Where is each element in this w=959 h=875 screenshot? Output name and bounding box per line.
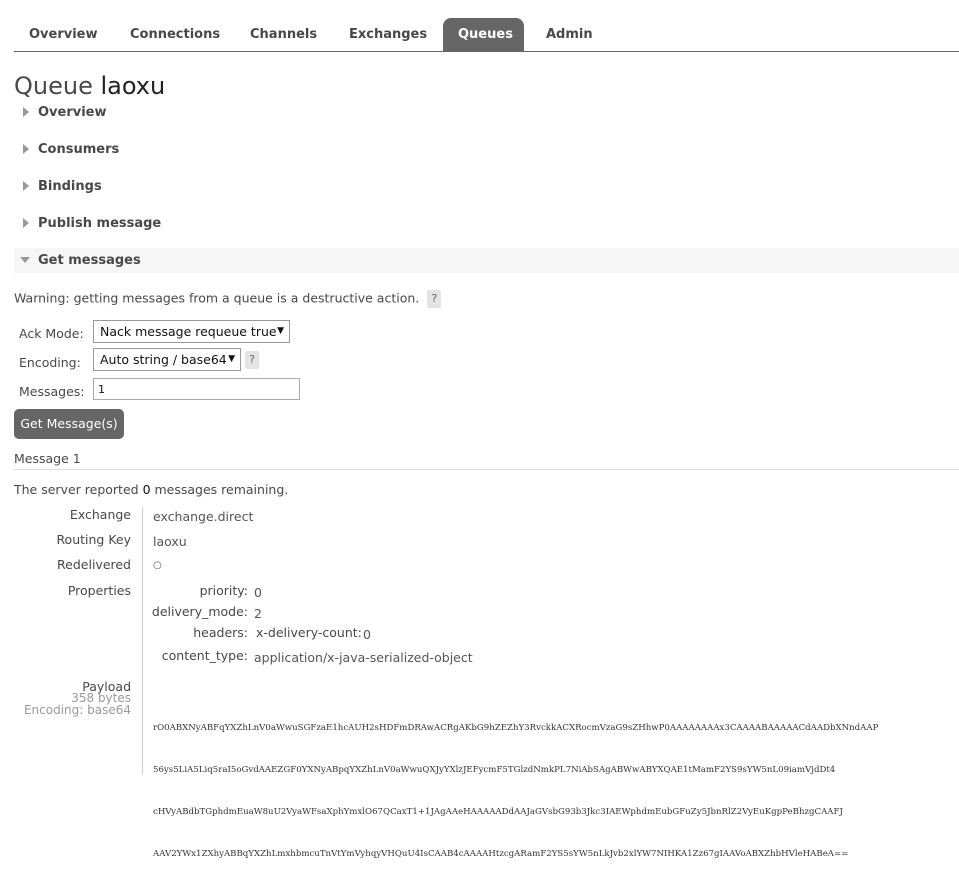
routing-key-value: laoxu: [153, 534, 187, 549]
collapsed-triangle-icon: [23, 218, 29, 228]
section-publish-message[interactable]: Publish message: [14, 211, 959, 236]
help-icon[interactable]: ?: [427, 290, 442, 308]
collapsed-triangle-icon: [23, 181, 29, 191]
content-type-label: content_type:: [161, 648, 248, 663]
encoding-value: Auto string / base64: [100, 352, 227, 367]
routing-key-label: Routing Key: [56, 532, 131, 547]
tab-connections[interactable]: Connections: [115, 18, 235, 51]
payload-line: 56ys5LiA5Liq5raI5oGvdAAEZGF0YXNyABpqYXZh…: [153, 765, 836, 775]
dropdown-arrow-icon: ▼: [277, 326, 284, 336]
section-bindings-label: Bindings: [38, 179, 102, 194]
x-delivery-count-value: 0: [363, 627, 371, 642]
x-delivery-count-label: x-delivery-count:: [256, 625, 362, 640]
ack-mode-select[interactable]: Nack message requeue true ▼: [93, 320, 290, 343]
page-title-prefix: Queue: [14, 72, 93, 100]
section-get-label: Get messages: [38, 253, 141, 268]
payload-encoding: Encoding: base64: [23, 703, 131, 717]
headers-label: headers:: [193, 625, 248, 640]
message-title: Message 1: [14, 451, 959, 470]
section-bindings[interactable]: Bindings: [14, 174, 959, 199]
messages-count-input[interactable]: [93, 378, 300, 400]
reported-prefix: The server reported: [14, 482, 139, 497]
section-get-messages[interactable]: Get messages: [14, 248, 959, 273]
delivery-mode-label: delivery_mode:: [151, 604, 248, 619]
encoding-label: Encoding:: [19, 355, 81, 370]
section-consumers[interactable]: Consumers: [14, 137, 959, 162]
redelivered-label: Redelivered: [57, 557, 131, 572]
remaining-count: 0: [142, 482, 151, 497]
collapsed-triangle-icon: [23, 144, 29, 154]
properties-label: Properties: [67, 583, 131, 598]
ack-mode-label: Ack Mode:: [19, 326, 84, 341]
exchange-value: exchange.direct: [153, 509, 254, 524]
payload-line: rO0ABXNyABFqYXZhLnV0aWwuSGFzaE1hcAUH2sHD…: [153, 723, 879, 733]
top-nav: Overview Connections Channels Exchanges …: [14, 18, 959, 52]
priority-value: 0: [254, 585, 262, 600]
delivery-mode-value: 2: [254, 606, 262, 621]
ack-mode-value: Nack message requeue true: [100, 324, 277, 339]
reported-suffix: messages remaining.: [154, 482, 289, 497]
content-type-value: application/x-java-serialized-object: [254, 650, 473, 665]
destructive-warning: Warning: getting messages from a queue i…: [14, 290, 442, 308]
tab-channels[interactable]: Channels: [235, 18, 332, 51]
exchange-label: Exchange: [69, 507, 131, 522]
section-overview-label: Overview: [38, 105, 107, 120]
tab-exchanges[interactable]: Exchanges: [334, 18, 442, 51]
expanded-triangle-icon: [20, 257, 30, 263]
server-reported-text: The server reported 0 messages remaining…: [14, 482, 288, 497]
payload-content: rO0ABXNyABFqYXZhLnV0aWwuSGFzaE1hcAUH2sHD…: [153, 693, 953, 875]
section-publish-label: Publish message: [38, 216, 162, 231]
messages-label: Messages:: [19, 384, 85, 399]
tab-admin[interactable]: Admin: [531, 18, 608, 51]
payload-line: cHVyABdbTGphdmEuaW8uU2VyaWFsaXphYmxlO67Q…: [153, 807, 843, 817]
encoding-select[interactable]: Auto string / base64 ▼: [93, 348, 241, 371]
tab-overview[interactable]: Overview: [14, 18, 113, 51]
section-consumers-label: Consumers: [38, 142, 120, 157]
detail-divider: [142, 507, 143, 774]
page-title: Queue laoxu: [14, 72, 165, 100]
collapsed-triangle-icon: [23, 107, 29, 117]
warning-text: Warning: getting messages from a queue i…: [14, 290, 420, 306]
payload-line: AAV2YWx1ZXhyABBqYXZhLmxhbmcuTnVtYmVyhqyV…: [153, 849, 849, 859]
section-overview[interactable]: Overview: [14, 100, 959, 125]
encoding-help-icon[interactable]: ?: [245, 351, 259, 369]
redelivered-value: ○: [153, 560, 162, 571]
dropdown-arrow-icon: ▼: [228, 354, 235, 364]
get-messages-button[interactable]: Get Message(s): [14, 409, 124, 439]
priority-label: priority:: [199, 583, 248, 598]
tab-queues[interactable]: Queues: [443, 18, 524, 51]
queue-name: laoxu: [100, 72, 166, 100]
